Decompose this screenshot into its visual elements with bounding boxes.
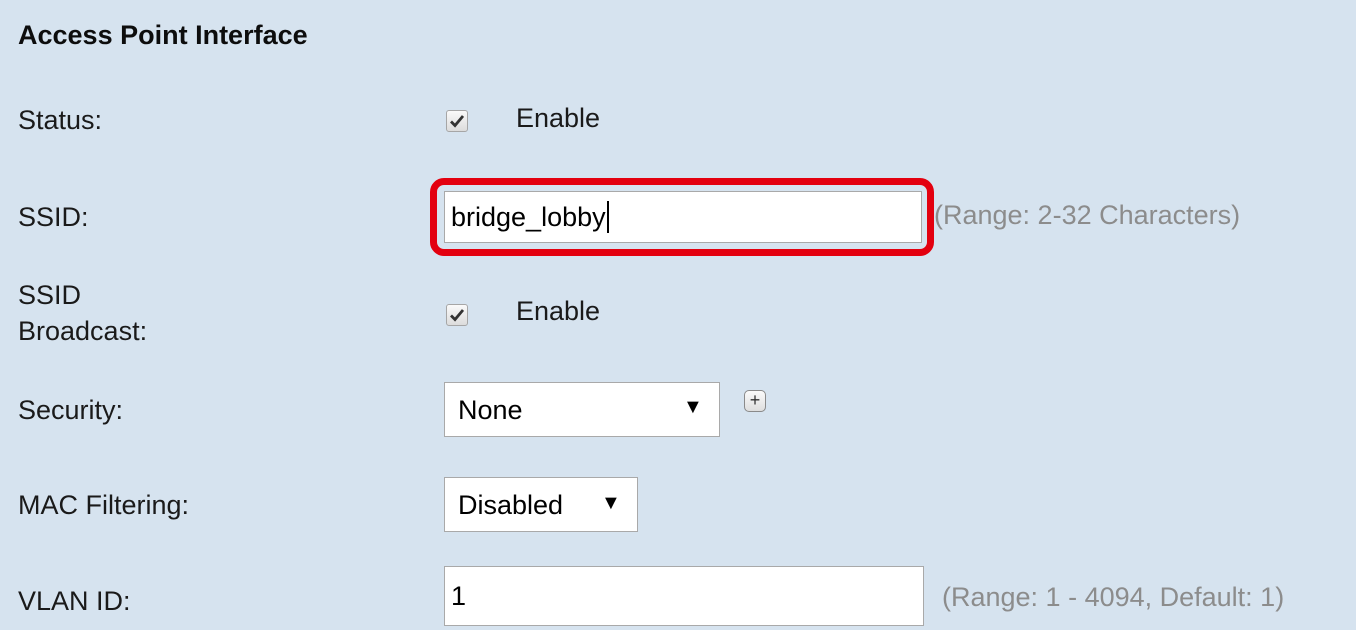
dropdown-arrow-icon: ▼ bbox=[601, 492, 621, 514]
mac-filtering-select[interactable]: Disabled ▼ bbox=[444, 477, 638, 532]
access-point-interface-panel: Access Point Interface Status: Enable SS… bbox=[0, 0, 1356, 630]
ssid-broadcast-enable-label: Enable bbox=[516, 296, 601, 326]
vlan-id-label: VLAN ID: bbox=[18, 586, 131, 616]
text-caret bbox=[606, 201, 609, 233]
ssid-range-hint: (Range: 2-32 Characters) bbox=[934, 200, 1241, 230]
status-enable-checkbox[interactable] bbox=[446, 110, 468, 132]
mac-filtering-label: MAC Filtering: bbox=[18, 490, 190, 520]
vlan-id-input-value: 1 bbox=[451, 580, 467, 611]
ssid-input-value: bridge_lobby bbox=[451, 201, 606, 232]
ssid-label: SSID: bbox=[18, 202, 89, 232]
ssid-broadcast-label-line2: Broadcast: bbox=[18, 316, 148, 346]
vlan-id-input[interactable]: 1 bbox=[444, 566, 924, 626]
ssid-broadcast-enable-checkbox[interactable] bbox=[446, 304, 468, 326]
security-label: Security: bbox=[18, 395, 124, 425]
dropdown-arrow-icon: ▼ bbox=[683, 396, 703, 418]
status-label: Status: bbox=[18, 105, 103, 135]
mac-filtering-selected-value: Disabled bbox=[458, 490, 564, 520]
security-selected-value: None bbox=[458, 395, 523, 425]
ssid-input[interactable]: bridge_lobby bbox=[444, 191, 922, 243]
checkmark-icon bbox=[450, 309, 465, 322]
section-title: Access Point Interface bbox=[18, 20, 308, 50]
status-enable-label: Enable bbox=[516, 103, 601, 133]
vlan-range-hint: (Range: 1 - 4094, Default: 1) bbox=[942, 582, 1285, 612]
plus-icon[interactable]: + bbox=[744, 390, 766, 412]
security-select[interactable]: None ▼ bbox=[444, 382, 720, 437]
checkmark-icon bbox=[450, 115, 465, 128]
ssid-broadcast-label-line1: SSID bbox=[18, 280, 82, 310]
